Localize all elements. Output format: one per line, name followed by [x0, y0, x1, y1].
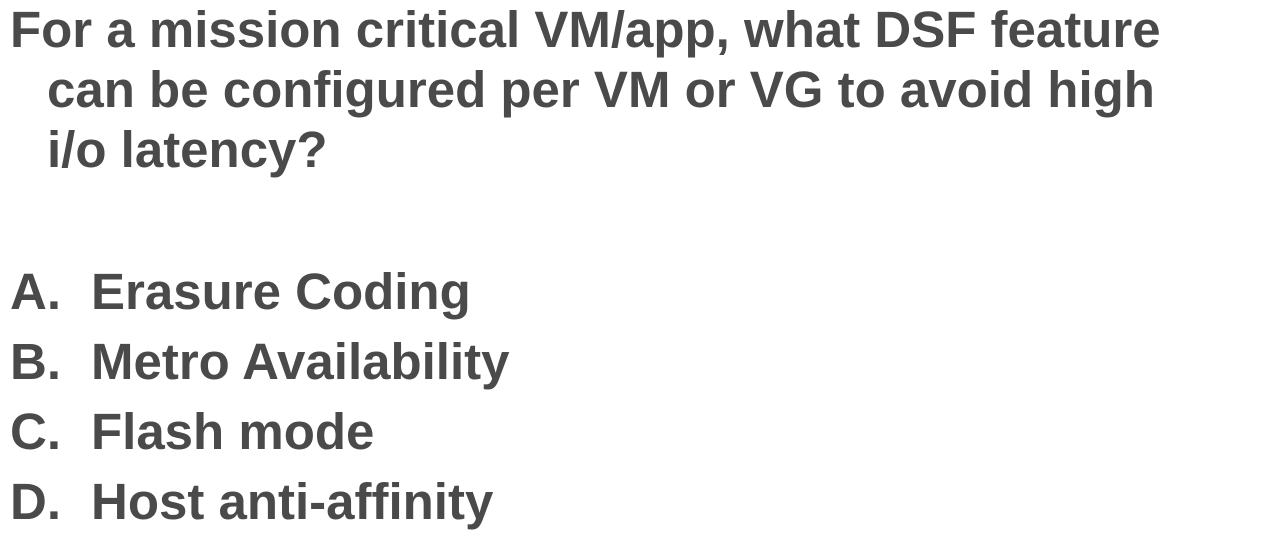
option-letter: A. — [10, 263, 61, 320]
option-text: Host anti-affinity — [91, 473, 494, 530]
answer-option-c: C. Flash mode — [10, 397, 509, 467]
option-text: Flash mode — [91, 403, 375, 460]
answer-option-d: D. Host anti-affinity — [10, 467, 509, 537]
question-line: For a mission critical VM/app, what DSF … — [10, 1, 1161, 58]
question-line: i/o latency? — [47, 121, 328, 178]
answer-option-a: A. Erasure Coding — [10, 257, 509, 327]
option-letter: C. — [10, 403, 61, 460]
question-text: For a mission critical VM/app, what DSF … — [10, 0, 1275, 180]
question-line: can be configured per VM or VG to avoid … — [47, 61, 1155, 118]
option-text: Erasure Coding — [91, 263, 471, 320]
option-text: Metro Availability — [91, 333, 510, 390]
option-letter: D. — [10, 473, 61, 530]
answer-options-list: A. Erasure Coding B. Metro Availability … — [10, 257, 509, 537]
answer-option-b: B. Metro Availability — [10, 327, 509, 397]
option-letter: B. — [10, 333, 61, 390]
